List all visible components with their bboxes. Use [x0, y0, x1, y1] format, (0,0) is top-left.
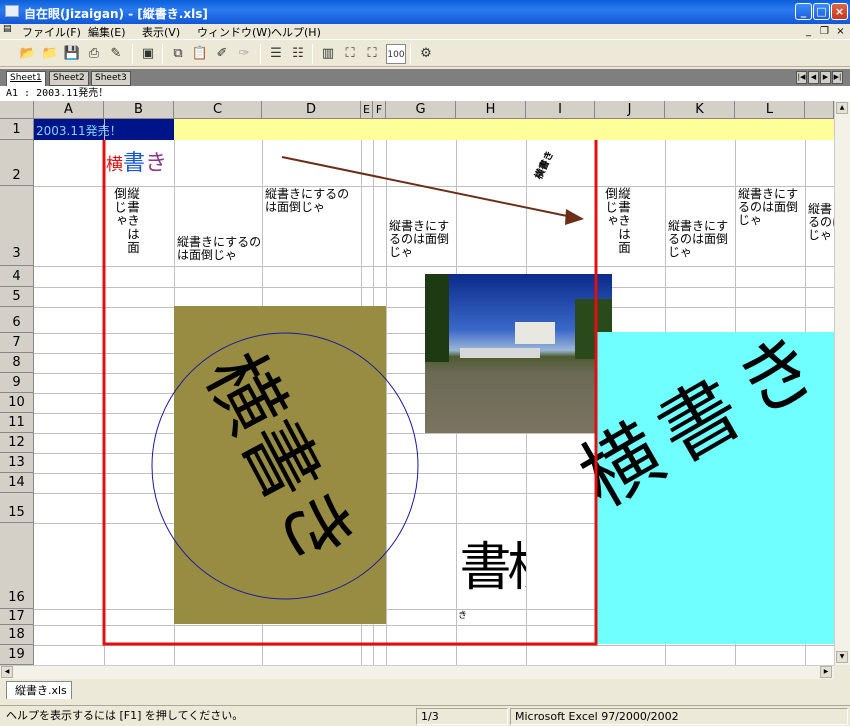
save-icon[interactable]: 💾: [62, 44, 82, 64]
toolbar-separator: [312, 44, 313, 64]
drawing-overlay: [102, 140, 598, 646]
settings-icon[interactable]: ✎: [106, 44, 126, 64]
scroll-right-icon[interactable]: ▶: [820, 666, 832, 678]
status-help-text: ヘルプを表示するには [F1] を押してください。: [6, 709, 244, 722]
file-tab[interactable]: 縦書き.xls: [6, 681, 72, 699]
mdi-minimize-button[interactable]: _: [802, 25, 815, 37]
maximize-button[interactable]: □: [813, 3, 830, 20]
app-icon[interactable]: [5, 5, 19, 17]
grid-split-icon[interactable]: ☷: [288, 44, 308, 64]
toolbar-separator: [132, 44, 133, 64]
status-format: Microsoft Excel 97/2000/2002: [510, 708, 848, 725]
menu-edit[interactable]: 編集(E): [88, 24, 126, 40]
window-icon[interactable]: ▣: [138, 44, 158, 64]
stamp-icon[interactable]: ✑: [234, 44, 254, 64]
grid-icon[interactable]: ☰: [266, 44, 286, 64]
scroll-up-icon[interactable]: ▲: [836, 102, 848, 114]
page-icon[interactable]: ▥: [318, 44, 338, 64]
horizontal-scrollbar[interactable]: ◀ ▶: [0, 665, 834, 679]
menu-window[interactable]: ウィンドウ(W): [197, 24, 271, 40]
close-button[interactable]: ×: [831, 3, 848, 20]
fit-icon[interactable]: ⛶: [340, 44, 360, 64]
tab-sheet2[interactable]: Sheet2: [49, 71, 89, 86]
prev-sheet-icon[interactable]: ◀: [808, 71, 819, 84]
vertical-scrollbar[interactable]: ▲ ▼: [834, 101, 850, 665]
zoom-100-button[interactable]: 100: [386, 44, 406, 64]
open-file-icon[interactable]: 📁: [40, 44, 60, 64]
copy-icon[interactable]: ⧉: [168, 44, 188, 64]
scroll-down-icon[interactable]: ▼: [836, 651, 848, 663]
toolbar-separator: [260, 44, 261, 64]
brown-arrow[interactable]: [281, 156, 573, 218]
scroll-left-icon[interactable]: ◀: [1, 666, 13, 678]
sheet-tab-strip: Sheet1 Sheet2 Sheet3 |◀ ◀ ▶ ▶|: [0, 69, 850, 86]
menu-view[interactable]: 表示(V): [142, 24, 180, 40]
status-bar: ヘルプを表示するには [F1] を押してください。 1/3 Microsoft …: [0, 705, 850, 726]
toolbar-separator: [162, 44, 163, 64]
next-sheet-icon[interactable]: ▶: [820, 71, 831, 84]
doc-icon[interactable]: ▤: [3, 24, 12, 34]
title-bar: 自在眼(Jizaigan) - [縦書き.xls] _ □ ×: [0, 0, 850, 24]
red-frame[interactable]: [102, 140, 598, 646]
paste-icon[interactable]: 📋: [190, 44, 210, 64]
fit-width-icon[interactable]: ⛶: [362, 44, 382, 64]
menu-bar: ▤ ファイル(F) 編集(E) 表示(V) ウィンドウ(W) ヘルプ(H) _ …: [0, 24, 850, 39]
mdi-close-button[interactable]: ×: [834, 25, 847, 37]
minimize-button[interactable]: _: [795, 3, 812, 20]
first-sheet-icon[interactable]: |◀: [796, 71, 807, 84]
tab-sheet3[interactable]: Sheet3: [91, 71, 131, 86]
cell-reference-bar: A1 : 2003.11発売！: [0, 86, 850, 101]
toolbar: 📂 📁 💾 ⎙ ✎ ▣ ⧉ 📋 ✐ ✑ ☰ ☷ ▥ ⛶ ⛶ 100 ⚙: [0, 39, 850, 67]
highlight-icon[interactable]: ✐: [212, 44, 232, 64]
menu-file[interactable]: ファイル(F): [22, 24, 81, 40]
mdi-restore-button[interactable]: ❐: [818, 25, 831, 37]
properties-icon[interactable]: ⚙: [416, 44, 436, 64]
window-title: 自在眼(Jizaigan) - [縦書き.xls]: [24, 7, 208, 21]
menu-help[interactable]: ヘルプ(H): [271, 24, 321, 40]
toolbar-separator: [410, 44, 411, 64]
spreadsheet-grid[interactable]: A B C D E F G H I J K L 2003.11発売！ 1 2 3…: [0, 101, 834, 665]
tab-sheet1[interactable]: Sheet1: [6, 71, 46, 86]
open-folder-icon[interactable]: 📂: [18, 44, 38, 64]
status-page: 1/3: [416, 708, 508, 725]
blue-circle[interactable]: [151, 332, 419, 600]
arrow-head: [565, 209, 584, 225]
print-icon[interactable]: ⎙: [84, 44, 104, 64]
last-sheet-icon[interactable]: ▶|: [832, 71, 843, 84]
